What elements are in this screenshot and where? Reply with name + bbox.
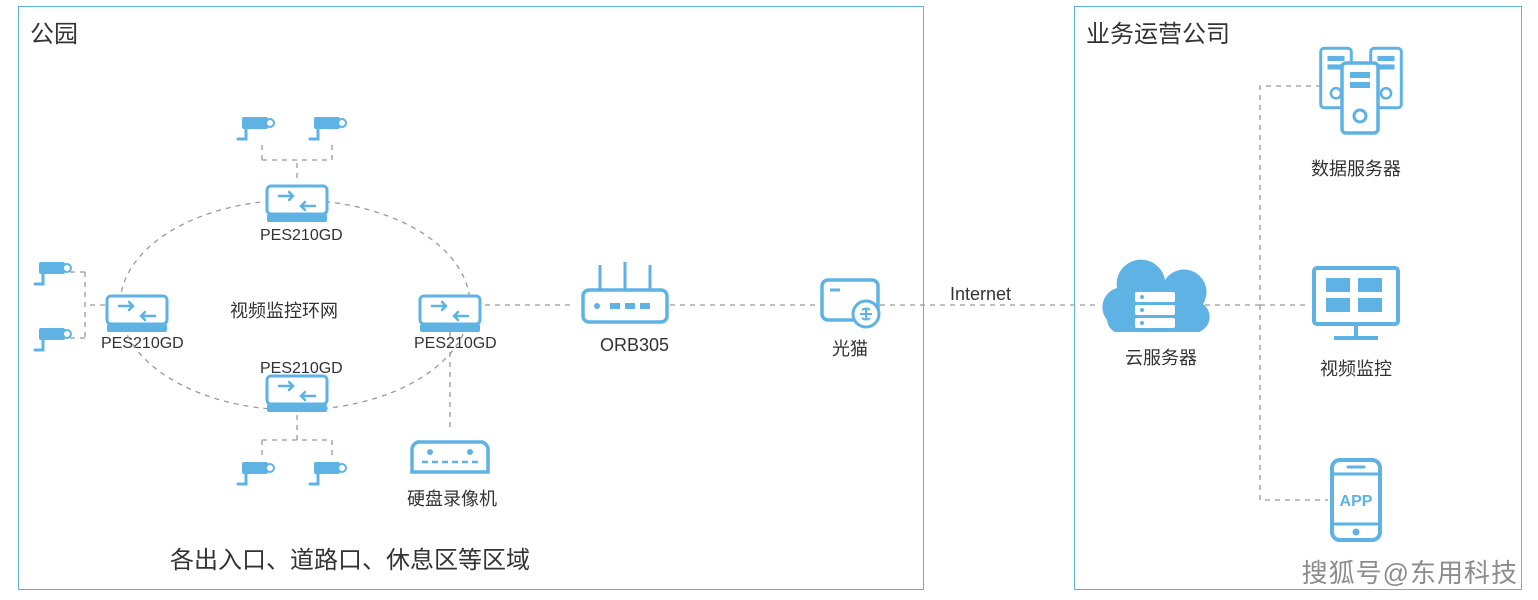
right-panel xyxy=(1074,6,1522,590)
router-label: ORB305 xyxy=(600,335,669,356)
data-server-label: 数据服务器 xyxy=(1311,155,1401,181)
switch-bottom-label: PES210GD xyxy=(260,360,343,378)
ring-network-label: 视频监控环网 xyxy=(230,297,338,323)
switch-right-label: PES210GD xyxy=(414,335,497,353)
modem-label: 光猫 xyxy=(832,335,868,361)
cloud-label: 云服务器 xyxy=(1125,344,1197,370)
switch-top-label: PES210GD xyxy=(260,227,343,245)
nvr-label: 硬盘录像机 xyxy=(407,485,497,511)
left-panel-footer: 各出入口、道路口、休息区等区域 xyxy=(170,540,530,575)
switch-left-label: PES210GD xyxy=(101,335,184,353)
left-panel-title: 公园 xyxy=(30,14,78,49)
right-panel-title: 业务运营公司 xyxy=(1086,14,1230,49)
watermark-text: 搜狐号@东用科技 xyxy=(1302,553,1518,590)
internet-label: Internet xyxy=(950,284,1011,305)
video-monitor-label: 视频监控 xyxy=(1320,355,1392,381)
